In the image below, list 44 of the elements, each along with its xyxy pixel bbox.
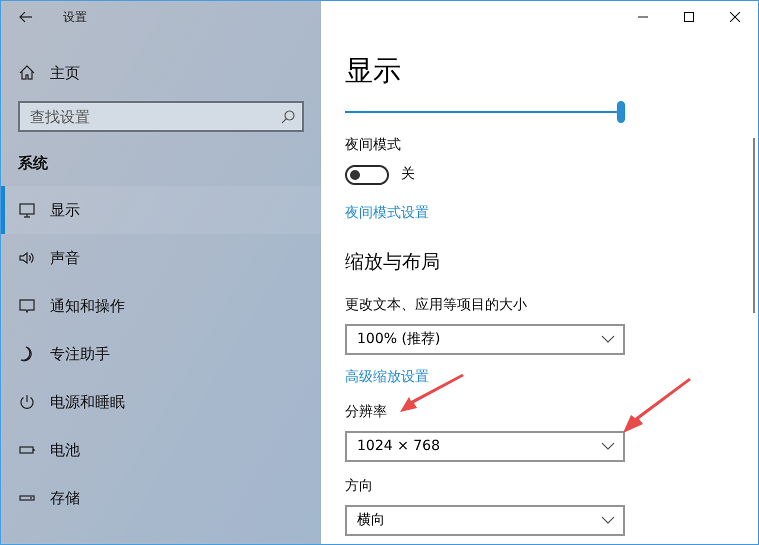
search-field[interactable]: 查找设置 (18, 101, 304, 132)
home-nav-item[interactable]: 主页 (1, 55, 321, 91)
close-icon (730, 12, 740, 22)
minimize-icon (638, 16, 648, 18)
section-heading: 系统 (18, 153, 48, 174)
toggle-switch[interactable] (345, 164, 389, 184)
power-icon (18, 393, 36, 411)
setting-label: 方向 (345, 476, 373, 496)
slider-thumb[interactable] (617, 101, 625, 123)
night-mode-settings-link[interactable]: 夜间模式设置 (345, 203, 429, 224)
dropdown[interactable]: 1024 × 768 (345, 430, 625, 462)
sidebar-item[interactable]: 存储 (1, 474, 321, 522)
chevron-down-icon (601, 442, 615, 450)
back-arrow-icon[interactable] (19, 11, 33, 23)
chevron-down-icon (601, 335, 615, 343)
setting-label: 更改文本、应用等项目的大小 (345, 296, 527, 314)
section-heading: 缩放与布局 (345, 250, 440, 275)
setting-label: 夜间模式 (345, 136, 401, 155)
dropdown-value: 100% (推荐) (357, 330, 440, 348)
sidebar-item[interactable]: 显示 (1, 186, 321, 234)
advanced-scaling-link[interactable]: 高级缩放设置 (345, 366, 429, 388)
dropdown[interactable]: 100% (推荐) (345, 324, 625, 354)
toggle-state: 关 (401, 165, 415, 184)
sidebar-item[interactable]: 专注助手 (1, 330, 321, 378)
dropdown[interactable]: 横向 (345, 504, 625, 536)
sidebar-item[interactable]: 电源和睡眠 (1, 378, 321, 426)
annotation-arrow (623, 378, 691, 433)
monitor-icon (18, 201, 36, 219)
dropdown-value: 横向 (357, 510, 385, 530)
scrollbar[interactable] (753, 138, 755, 313)
slider-track[interactable] (345, 101, 625, 123)
sidebar-item[interactable]: 声音 (1, 234, 321, 282)
sidebar-item[interactable]: 通知和操作 (1, 282, 321, 330)
home-icon (18, 64, 36, 82)
search-icon (281, 110, 295, 124)
maximize-icon (684, 12, 694, 22)
page-title: 显示 (345, 53, 401, 89)
setting-label: 分辨率 (345, 402, 387, 422)
message-icon (18, 297, 36, 315)
chevron-down-icon (601, 516, 615, 524)
speaker-icon (18, 249, 36, 267)
dropdown-value: 1024 × 768 (357, 436, 440, 456)
sidebar-item[interactable]: 电池 (1, 426, 321, 474)
window-title: 设置 (63, 9, 87, 26)
